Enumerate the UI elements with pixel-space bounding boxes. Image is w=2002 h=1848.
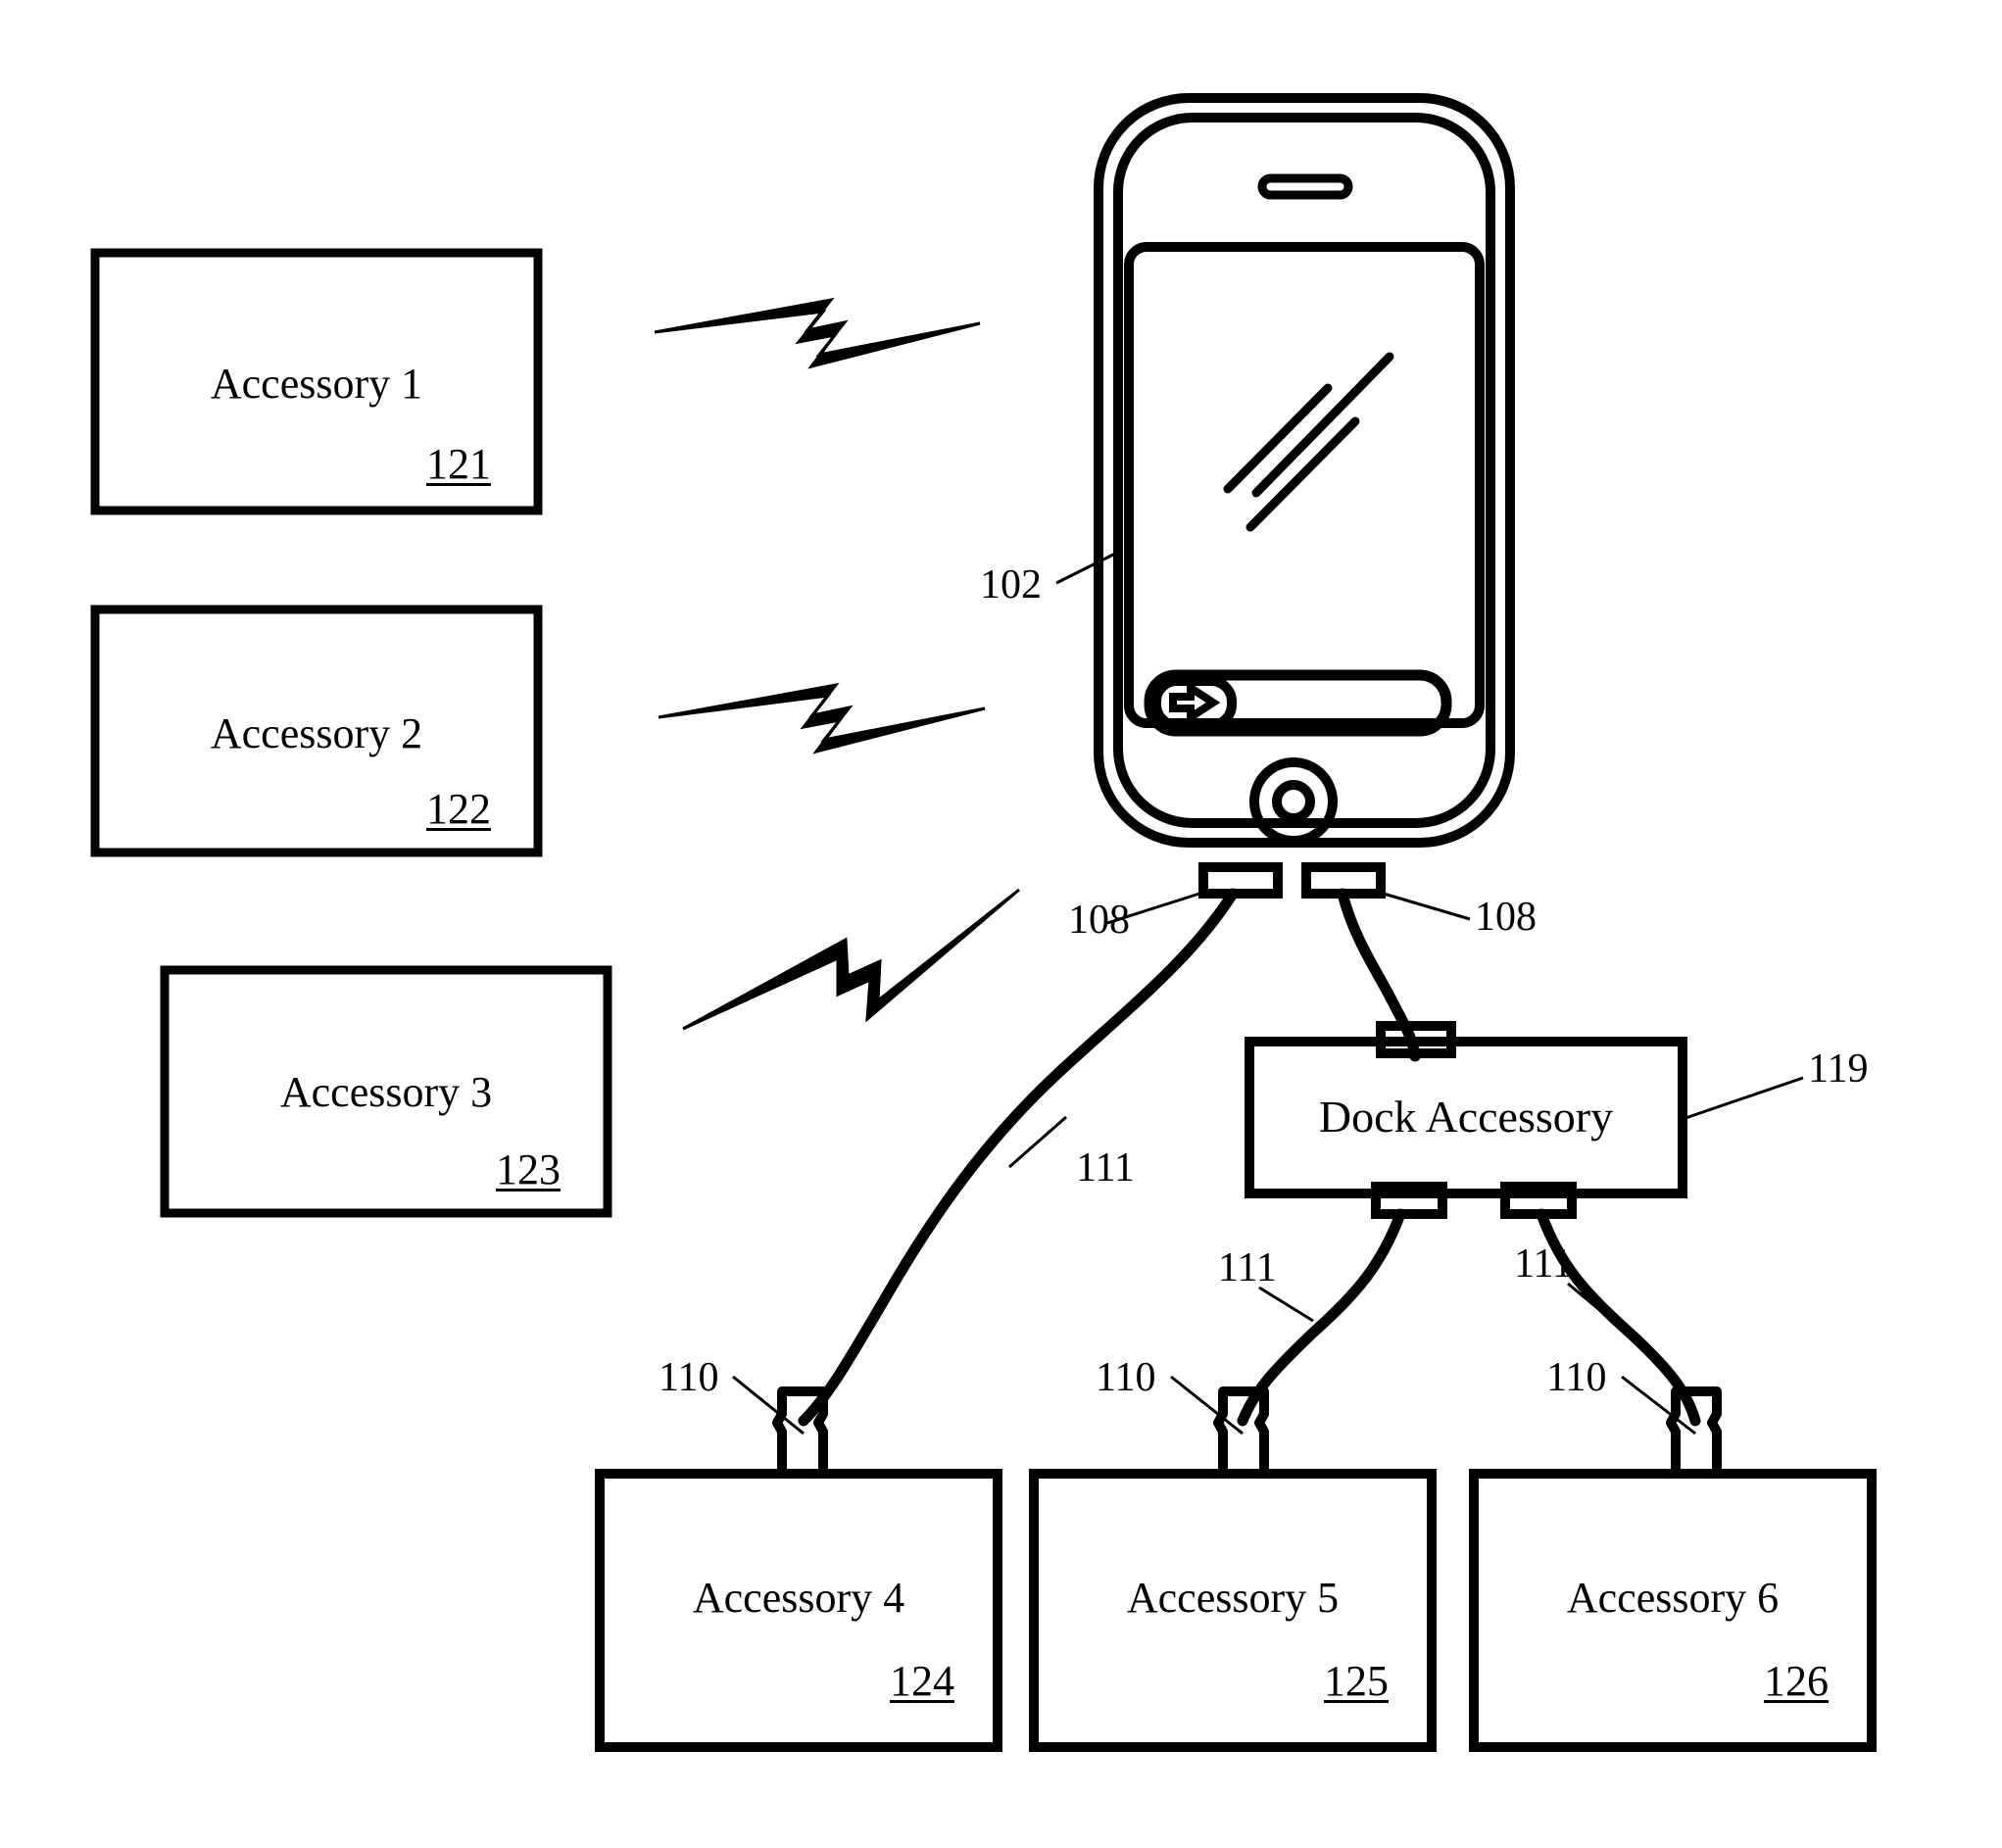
device-home-button-outer[interactable] [1249, 757, 1338, 846]
right-arrow-icon [1169, 680, 1221, 725]
leader-line-plug5 [1170, 1375, 1244, 1435]
plug-accessory4-ref: 110 [659, 1355, 719, 1400]
plug-accessory5-ref: 110 [1096, 1355, 1156, 1400]
accessory-6-label: Accessory 6 [1566, 1574, 1780, 1622]
leader-line-cable4 [1008, 1115, 1067, 1169]
plug-accessory6-ref: 110 [1546, 1355, 1607, 1400]
dock-accessory-label: Dock Accessory [1318, 1092, 1614, 1142]
leader-line-port-right [1383, 892, 1471, 921]
cable-accessory4-ref: 111 [1076, 1145, 1135, 1191]
device-port-left-ref: 108 [1068, 898, 1130, 943]
cable-accessory5-ref: 111 [1218, 1245, 1277, 1290]
leader-line-cable5 [1258, 1286, 1314, 1323]
accessory-1-ref: 121 [426, 440, 491, 488]
accessory-3-ref: 123 [496, 1145, 561, 1193]
accessory-3-label: Accessory 3 [279, 1068, 493, 1116]
accessory-5-ref: 125 [1324, 1657, 1389, 1705]
leader-line-device [1055, 552, 1116, 585]
lightning-bolt-3-icon [682, 888, 1020, 1031]
figure-canvas [90, 93, 1877, 1752]
accessory-2-ref: 122 [426, 785, 491, 833]
accessory-4-ref: 124 [890, 1657, 954, 1705]
device-port-right-ref: 108 [1475, 895, 1537, 940]
dock-bottom-port-left [1371, 1182, 1447, 1219]
patent-figure: Accessory 1 121 Accessory 2 122 Accessor… [0, 0, 2002, 1848]
leader-line-dock [1685, 1076, 1804, 1120]
lightning-bolt-2-icon [658, 682, 986, 754]
device-home-button-inner [1272, 780, 1315, 823]
device-port-left [1198, 862, 1283, 899]
accessory-6-ref: 126 [1764, 1657, 1829, 1705]
lightning-bolt-1-icon [654, 297, 981, 369]
leader-line-plug4 [732, 1375, 805, 1435]
device-ref: 102 [980, 562, 1042, 608]
cable-accessory6-ref: 111 [1514, 1241, 1573, 1287]
device-earpiece-speaker [1257, 173, 1353, 200]
accessory-2-label: Accessory 2 [210, 709, 423, 757]
screen-glare-lines [1223, 352, 1394, 532]
accessory-5-label: Accessory 5 [1126, 1574, 1340, 1622]
device-screen [1124, 242, 1485, 728]
dock-accessory-ref: 119 [1808, 1046, 1869, 1092]
accessory-1-label: Accessory 1 [210, 360, 423, 408]
accessory-4-label: Accessory 4 [692, 1574, 905, 1622]
